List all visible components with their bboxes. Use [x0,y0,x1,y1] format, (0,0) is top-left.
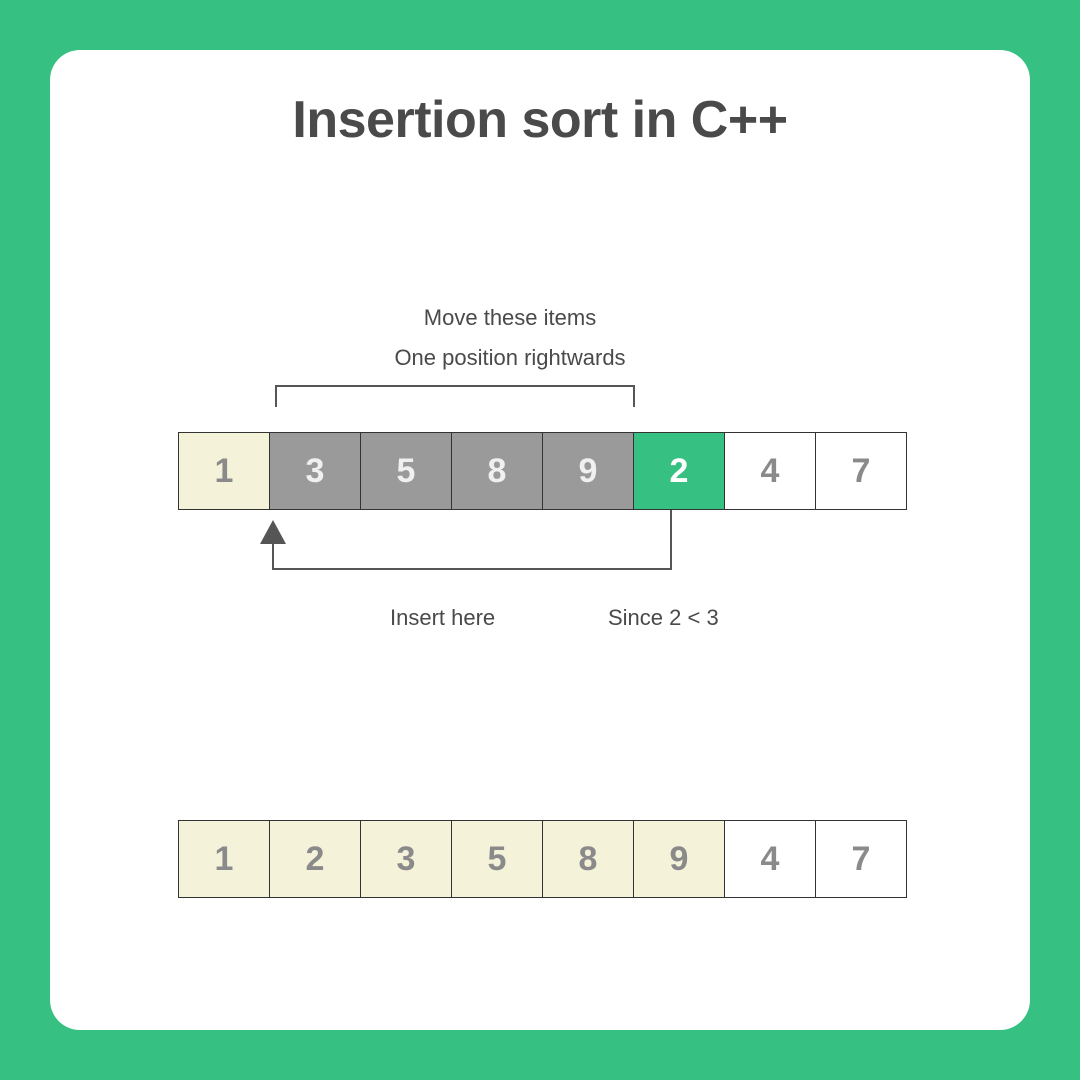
array-cell: 7 [815,820,907,898]
arrow-segment [670,510,672,570]
arrow-head-icon [260,520,286,544]
array-cell: 3 [269,432,361,510]
array-cell: 5 [451,820,543,898]
array-bottom-row: 12358947 [178,820,907,898]
annotation-insert-here: Insert here [390,605,495,631]
page-title: Insertion sort in C++ [50,90,1030,150]
bracket-icon [275,385,635,407]
diagram-card: Insertion sort in C++ Move these items O… [50,50,1030,1030]
arrow-segment [272,568,672,570]
array-cell: 3 [360,820,452,898]
array-cell: 1 [178,820,270,898]
array-cell: 4 [724,820,816,898]
array-cell: 2 [633,432,725,510]
array-cell: 5 [360,432,452,510]
array-cell: 2 [269,820,361,898]
array-cell: 8 [542,820,634,898]
array-cell: 7 [815,432,907,510]
arrow-segment [272,542,274,570]
array-cell: 9 [633,820,725,898]
annotation-since: Since 2 < 3 [608,605,719,631]
array-cell: 4 [724,432,816,510]
array-cell: 1 [178,432,270,510]
array-cell: 9 [542,432,634,510]
annotation-move-line1: Move these items [340,305,680,331]
array-top-row: 13589247 [178,432,907,510]
annotation-move-line2: One position rightwards [340,345,680,371]
array-cell: 8 [451,432,543,510]
